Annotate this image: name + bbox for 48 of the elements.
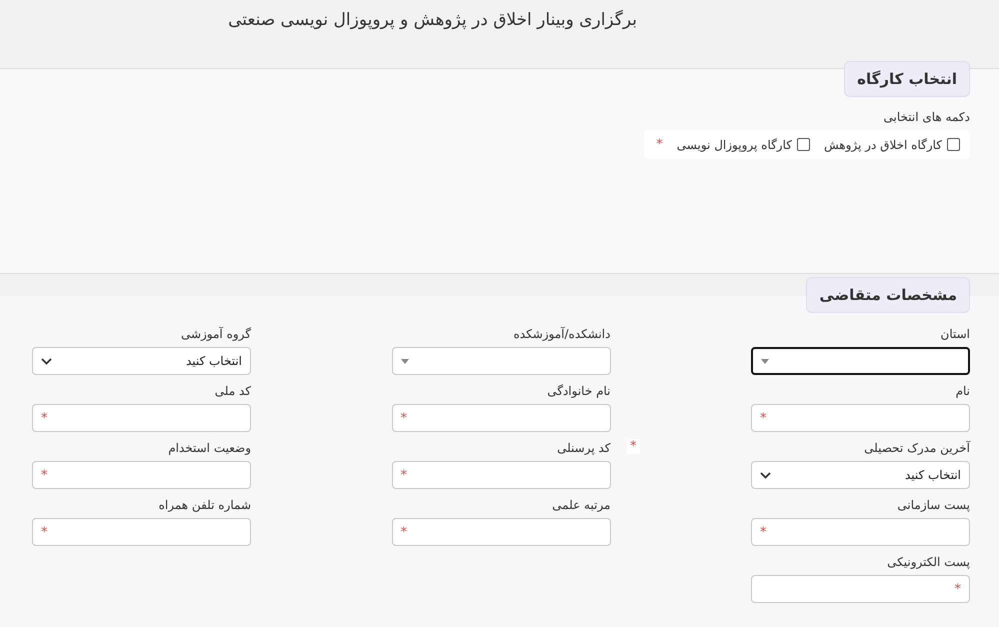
required-mark: * bbox=[627, 439, 640, 454]
dropdown-triangle-icon bbox=[761, 358, 769, 364]
required-mark: * bbox=[400, 524, 407, 540]
field-label: دانشکده/آموزشکده bbox=[513, 327, 610, 341]
chevron-down-icon bbox=[41, 358, 52, 364]
field-label: پست الکترونیکی bbox=[887, 555, 970, 569]
required-mark: * bbox=[400, 468, 407, 482]
field-label: کد ملی bbox=[214, 384, 251, 398]
dropdown-triangle-icon bbox=[400, 358, 408, 364]
input-field[interactable]: * bbox=[392, 518, 610, 546]
required-mark: * bbox=[656, 137, 663, 152]
input-field[interactable]: * bbox=[32, 461, 251, 489]
checkbox[interactable] bbox=[947, 138, 960, 151]
checkbox-option[interactable]: کارگاه اخلاق در پژوهش bbox=[824, 138, 960, 152]
required-mark: * bbox=[400, 410, 407, 426]
field-label: استان bbox=[940, 327, 970, 341]
section-legend: مشخصات متقاضی bbox=[806, 277, 970, 313]
required-mark: * bbox=[760, 410, 766, 426]
select-field[interactable]: انتخاب کنید bbox=[751, 461, 970, 489]
checkbox[interactable] bbox=[796, 138, 810, 151]
field-label: نام خانوادگی bbox=[547, 384, 610, 398]
input-field[interactable]: * bbox=[32, 404, 251, 432]
input-field[interactable]: * bbox=[32, 518, 251, 546]
field-label: آخرین مدرک تحصیلی bbox=[864, 441, 970, 455]
field-label: پست سازمانی bbox=[897, 498, 970, 512]
required-mark: * bbox=[41, 468, 48, 482]
group-label: دکمه های انتخابی bbox=[884, 110, 970, 124]
select-field[interactable]: انتخاب کنید bbox=[32, 347, 251, 375]
input-field[interactable]: * bbox=[392, 404, 610, 432]
field-label: کد پرسنلی bbox=[557, 441, 610, 455]
field-label: مرتبه علمی bbox=[552, 498, 610, 512]
field-label: شماره تلفن همراه bbox=[158, 498, 251, 512]
input-field[interactable]: * bbox=[751, 575, 970, 603]
searchable-select[interactable] bbox=[751, 347, 970, 375]
required-mark: * bbox=[760, 524, 766, 540]
required-mark: * bbox=[41, 410, 48, 426]
checkbox-option[interactable]: کارگاه پروپوزال نویسی bbox=[676, 138, 810, 152]
required-mark: * bbox=[954, 582, 961, 596]
input-field[interactable]: * bbox=[751, 518, 970, 546]
section-legend: انتخاب کارگاه bbox=[844, 61, 970, 97]
chevron-down-icon bbox=[760, 472, 771, 478]
page-title: برگزاری وبینار اخلاق در پژوهش و پروپوزال نویسی صنعتی bbox=[228, 10, 637, 30]
required-mark: * bbox=[41, 524, 48, 540]
input-field[interactable]: * bbox=[751, 404, 970, 432]
field-label: وضعیت استخدام bbox=[168, 441, 251, 455]
input-field[interactable]: * bbox=[392, 461, 610, 489]
field-label: گروه آموزشی bbox=[180, 327, 251, 341]
field-label: نام bbox=[956, 384, 970, 398]
